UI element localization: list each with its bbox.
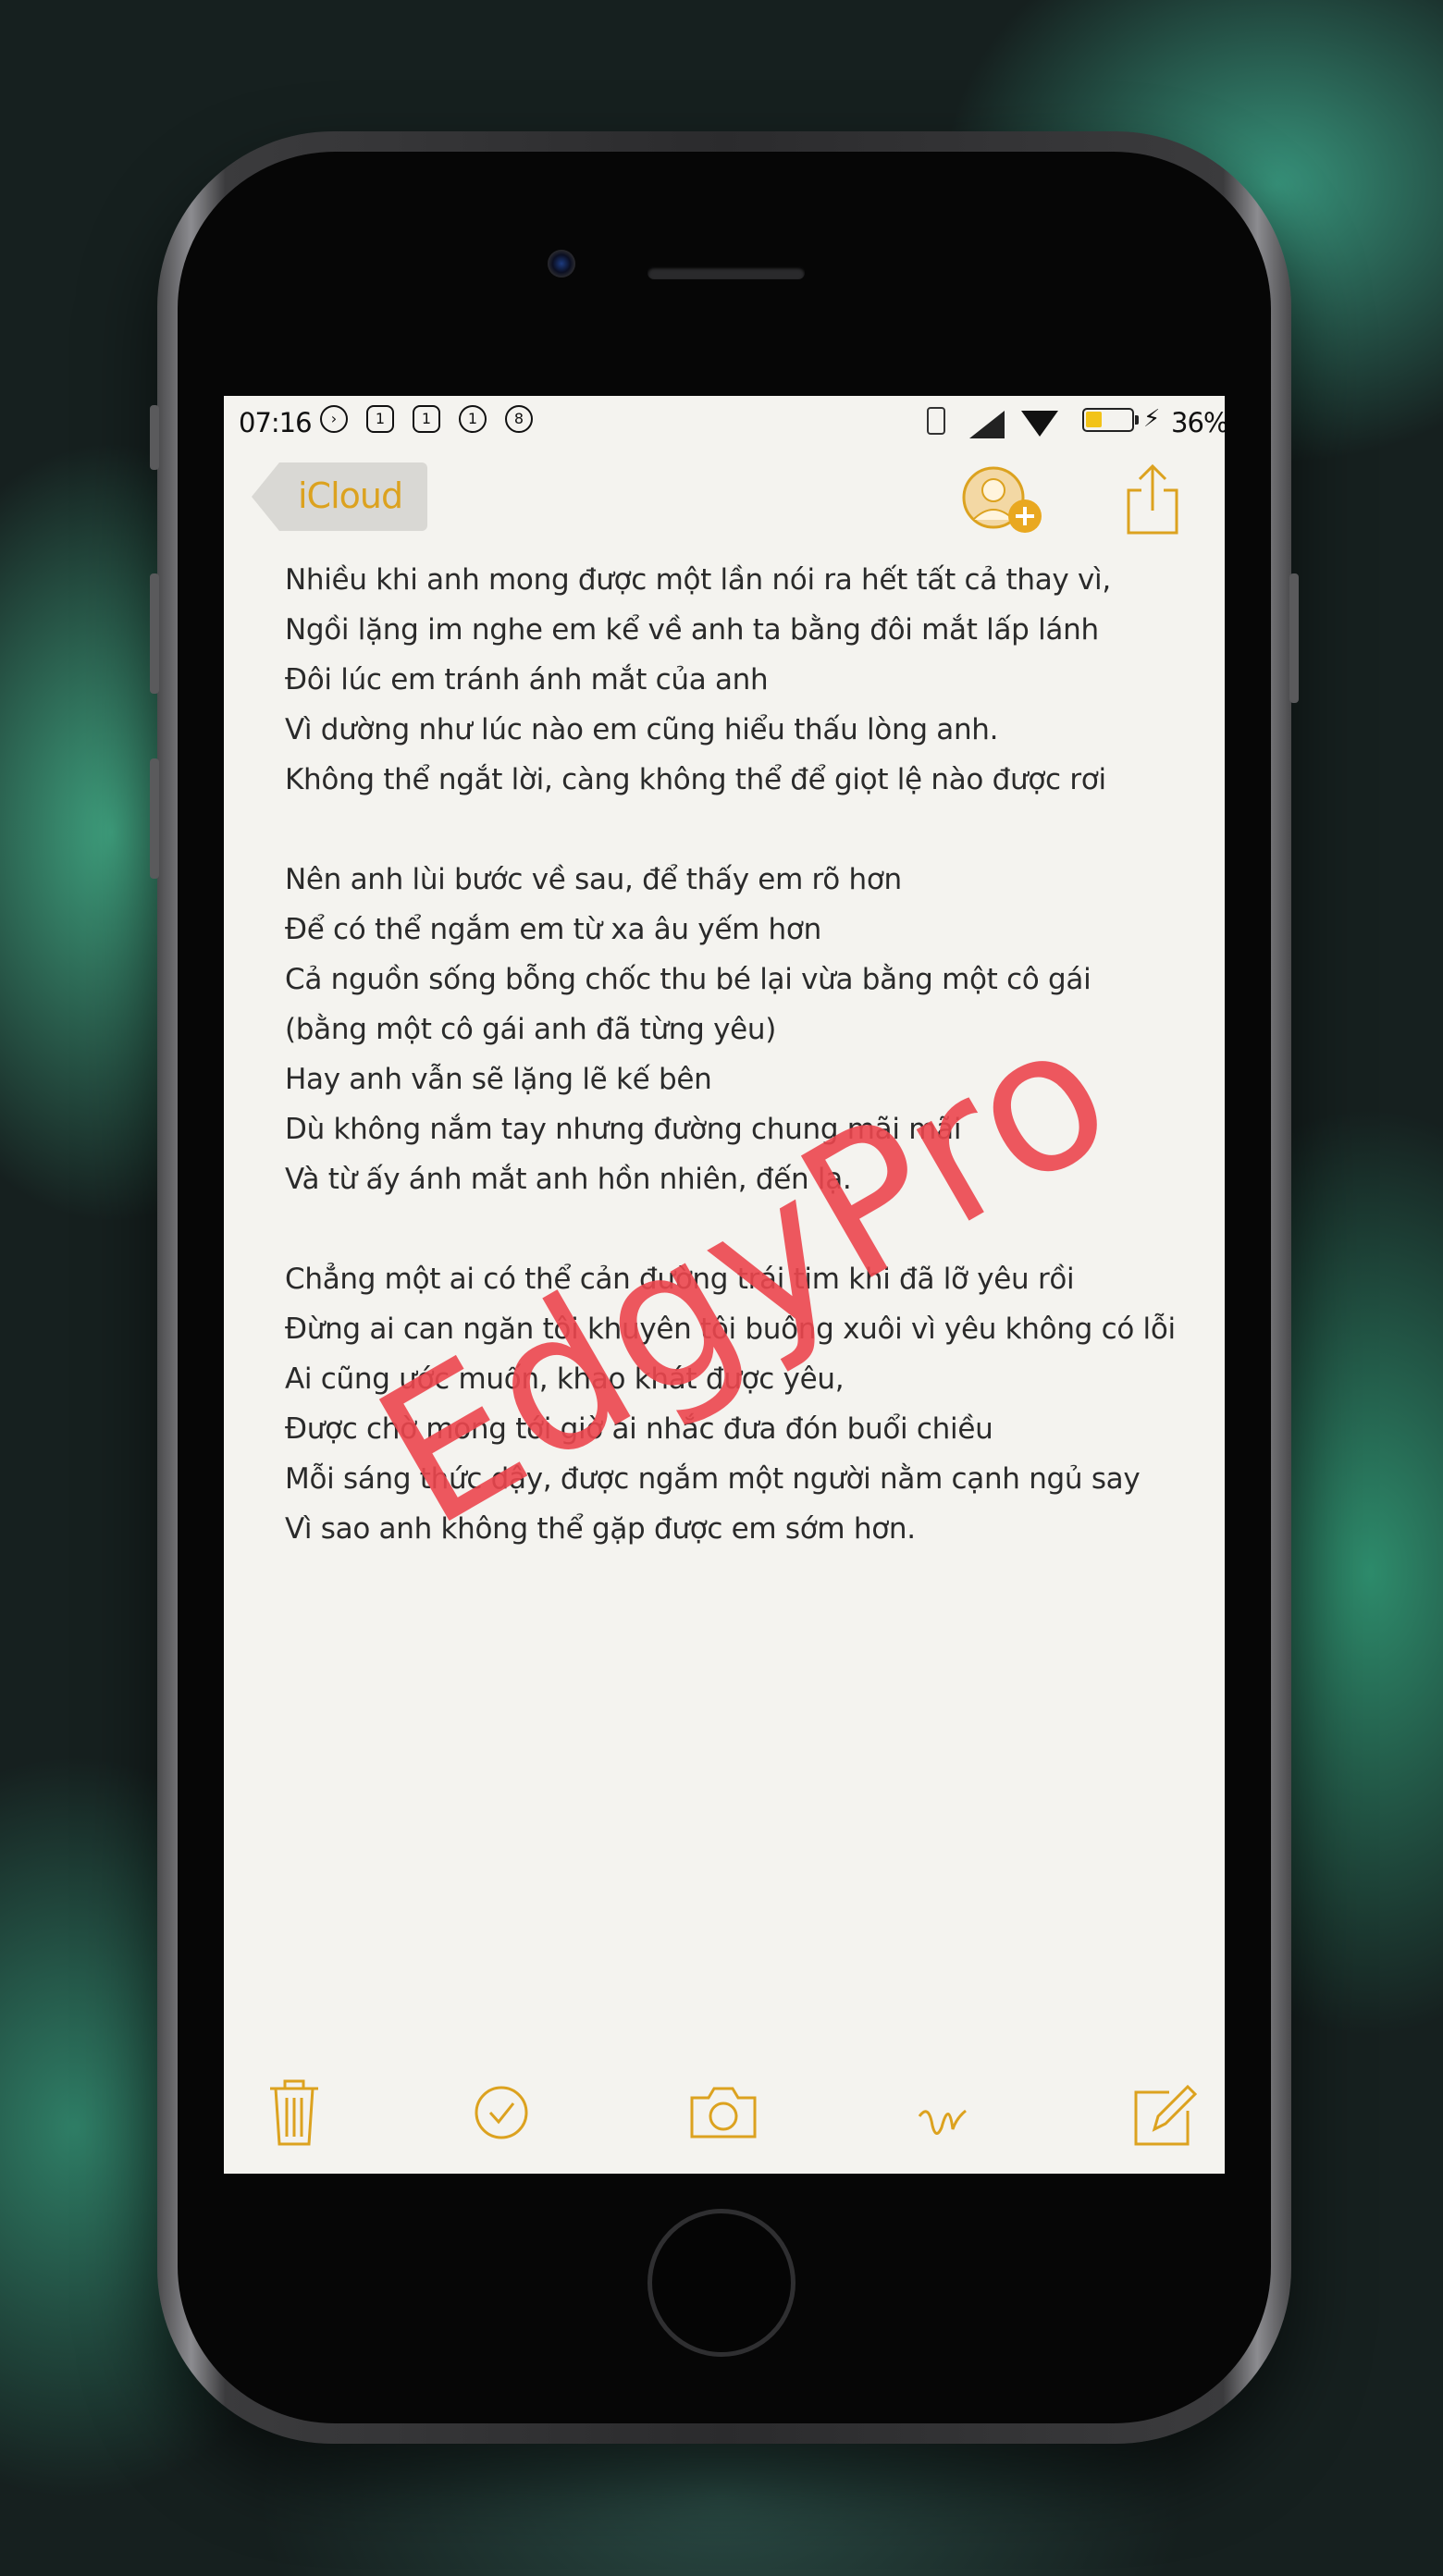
note-line: Không thể ngắt lời, càng không thể để gi… [285, 763, 1106, 796]
note-line: Mỗi sáng thức dậy, được ngắm một người n… [285, 1462, 1141, 1496]
note-line: Ai cũng ước muốn, khao khát được yêu, [285, 1362, 845, 1396]
note-line [285, 1204, 1191, 1254]
note-line: Dù không nắm tay nhưng đường chung mãi m… [285, 1113, 962, 1146]
note-line: Vì dường như lúc nào em cũng hiểu thấu l… [285, 713, 999, 746]
note-line: Hay anh vẫn sẽ lặng lẽ kế bên [285, 1063, 712, 1096]
battery-icon [1082, 408, 1134, 432]
signal-icon [969, 411, 1005, 438]
note-line: Nhiều khi anh mong được một lần nói ra h… [285, 563, 1111, 597]
compose-icon[interactable] [1127, 2076, 1201, 2150]
add-person-icon[interactable] [960, 462, 1047, 536]
front-camera [548, 250, 575, 277]
share-icon[interactable] [1123, 462, 1182, 536]
trash-icon[interactable] [257, 2076, 331, 2150]
chat-icon: 1 [459, 405, 487, 433]
bottom-toolbar [224, 2076, 1225, 2159]
note-line: Để có thể ngắm em từ xa âu yếm hơn [285, 913, 821, 946]
sketch-icon[interactable] [908, 2076, 982, 2150]
vibrate-icon [927, 407, 945, 435]
note-line: Nên anh lùi bước về sau, để thấy em rõ h… [285, 863, 902, 896]
checklist-icon[interactable] [464, 2076, 538, 2150]
back-arrow-icon [252, 462, 279, 531]
earpiece-speaker [648, 266, 805, 279]
battery-percent: 36% [1171, 407, 1225, 438]
note-line: Vì sao anh không thể gặp được em sớm hơn… [285, 1512, 916, 1546]
note-line: (bằng một cô gái anh đã từng yêu) [285, 1013, 777, 1046]
back-button-label: iCloud [298, 475, 403, 516]
status-bar: 07:16 › 1 1 1 8 ⚡ 36% [224, 396, 1225, 448]
messenger-icon: 8 [505, 405, 533, 433]
mute-switch [150, 405, 159, 470]
badge-count: 8 [513, 410, 524, 427]
home-button[interactable] [648, 2209, 796, 2357]
note-line: Và từ ấy ánh mắt anh hồn nhiên, đến lạ. [285, 1163, 852, 1196]
note-line: Đôi lúc em tránh ánh mắt của anh [285, 663, 769, 696]
note-line: Được chờ mong tới giờ ai nhắc đưa đón bu… [285, 1412, 993, 1446]
power-button [1289, 573, 1299, 703]
note-line: Cả nguồn sống bỗng chốc thu bé lại vừa b… [285, 963, 1092, 996]
charging-icon: ⚡ [1143, 405, 1161, 433]
message-icon: 1 [413, 405, 440, 433]
camera-icon[interactable] [686, 2076, 760, 2150]
phone-icon: 1 [366, 405, 394, 433]
note-body[interactable]: Nhiều khi anh mong được một lần nói ra h… [285, 555, 1191, 1554]
badge-count: 1 [467, 410, 478, 427]
status-time: 07:16 [239, 407, 313, 438]
play-icon: › [320, 405, 348, 433]
notes-screen: 07:16 › 1 1 1 8 ⚡ 36% iCloud Nhiều khi a… [224, 396, 1225, 2174]
volume-up-button [150, 573, 159, 694]
note-line: Đừng ai can ngăn tôi khuyên tôi buông xu… [285, 1313, 1176, 1346]
battery-tip [1135, 415, 1139, 425]
wifi-icon [1021, 411, 1058, 437]
note-line [285, 805, 1191, 855]
volume-down-button [150, 758, 159, 879]
back-button[interactable]: iCloud [252, 462, 427, 531]
badge-count: 1 [375, 410, 386, 427]
note-line: Ngồi lặng im nghe em kể về anh ta bằng đ… [285, 613, 1099, 647]
badge-count: 1 [421, 410, 432, 427]
battery-level [1086, 412, 1102, 427]
note-line: Chẳng một ai có thể cản đường trái tim k… [285, 1263, 1075, 1296]
